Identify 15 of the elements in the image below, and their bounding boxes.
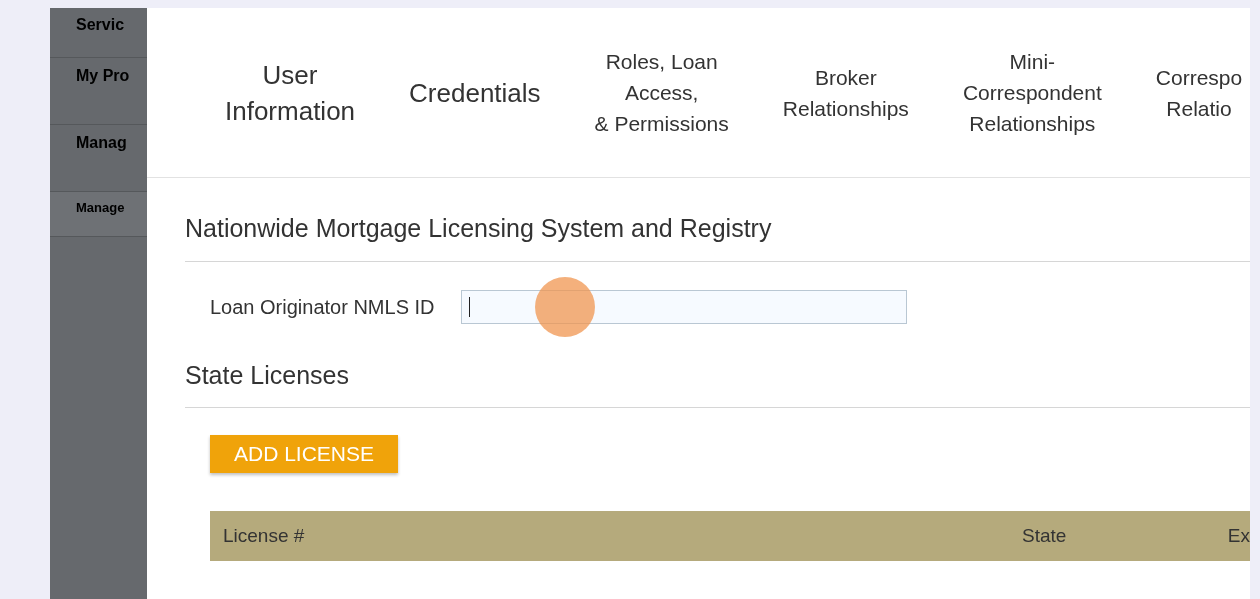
column-header: License # [222, 525, 306, 547]
column-header: Ex [1227, 525, 1250, 547]
tab[interactable]: Correspo Relatio [1128, 61, 1250, 124]
section-heading: Nationwide Mortgage Licensing System and Registry [185, 178, 1250, 262]
click-marker [535, 277, 595, 337]
tab[interactable]: Roles, Loan Access, & Permissions [567, 46, 756, 139]
column-header: State [1022, 525, 1068, 547]
section-heading: State Licenses [185, 350, 1250, 408]
tab[interactable]: Credentials [382, 74, 568, 111]
sidebar-item[interactable]: My Pro [50, 58, 147, 125]
field-label: Loan Originator NMLS ID [210, 295, 435, 319]
tab[interactable]: Mini- Correspondent Relationships [935, 46, 1129, 139]
tab[interactable]: Broker Relationships [755, 61, 936, 124]
tab[interactable]: User Information [198, 56, 383, 129]
sidebar-item[interactable]: Servic [50, 8, 147, 58]
